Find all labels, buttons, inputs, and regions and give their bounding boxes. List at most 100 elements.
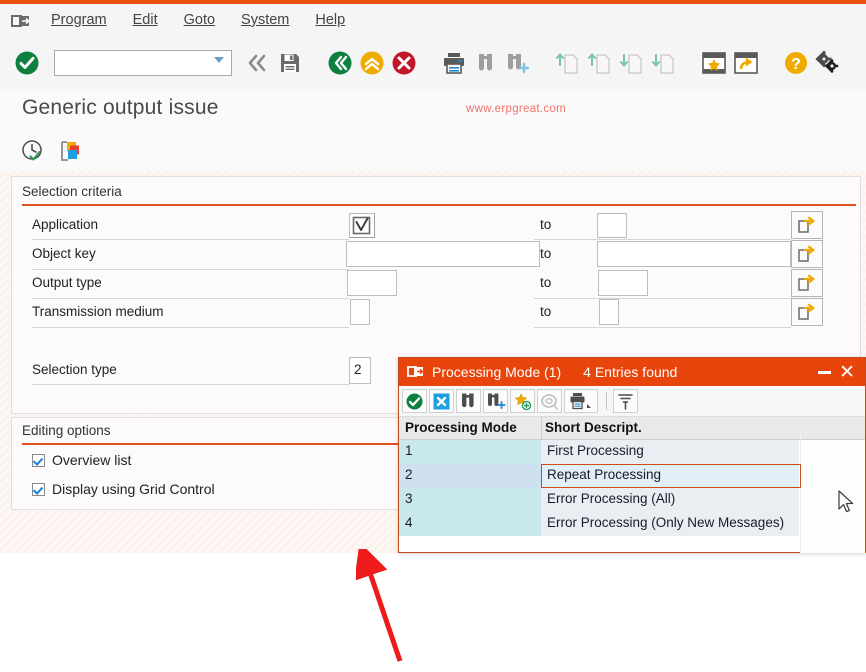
menu-label-goto: Goto [183, 12, 216, 28]
transmission-medium-to-input[interactable] [599, 299, 619, 325]
row-key-text: 4 [405, 515, 413, 530]
svg-text:?: ? [791, 56, 801, 73]
field-label-output-type: Output type [32, 275, 102, 290]
table-row[interactable]: 1 First Processing [399, 440, 799, 464]
row-key-text: 3 [405, 491, 413, 506]
field-row-divider-2 [32, 269, 349, 270]
session-icon[interactable] [4, 13, 38, 29]
exit-icon[interactable] [324, 46, 356, 80]
grid-control-checkbox[interactable] [32, 482, 45, 496]
editing-options-title: Editing options [22, 423, 111, 438]
help-icon[interactable]: ? [780, 46, 812, 80]
last-page-icon[interactable] [648, 46, 680, 80]
row-desc-text: First Processing [547, 443, 644, 458]
selection-criteria-title: Selection criteria [22, 184, 122, 199]
screen-title-bar: Generic output issue www.erpgreat.com [0, 89, 866, 132]
multiple-selection-button-2[interactable] [791, 240, 823, 268]
row-key-cell[interactable]: 4 [399, 512, 541, 536]
up-icon[interactable] [356, 46, 388, 80]
cancel-icon[interactable] [388, 46, 420, 80]
object-key-from-input[interactable] [346, 241, 540, 267]
row-desc-cell[interactable]: Repeat Processing [541, 464, 799, 488]
menu-item-system[interactable]: System [228, 4, 302, 37]
to-label-2: to [540, 246, 552, 261]
toolbar-separator [606, 392, 607, 410]
next-page-icon[interactable] [616, 46, 648, 80]
checkbox-row-overview-list[interactable]: Overview list [32, 452, 131, 468]
row-key-cell[interactable]: 2 [399, 464, 541, 488]
menu-label-help: Help [315, 12, 346, 28]
column-header-processing-mode[interactable]: Processing Mode [405, 420, 517, 435]
cancel-x-icon[interactable] [429, 389, 454, 413]
application-to-input[interactable] [597, 213, 627, 238]
column-header-short-descript[interactable]: Short Descript. [545, 420, 642, 435]
enter-icon[interactable] [12, 48, 42, 78]
multiple-selection-button-4[interactable] [791, 298, 823, 326]
menu-item-goto[interactable]: Goto [171, 4, 228, 37]
create-favorite-icon[interactable] [698, 46, 730, 80]
field-row-divider-3 [32, 298, 349, 299]
minimize-icon[interactable] [818, 371, 831, 374]
processing-mode-table: Processing Mode Short Descript. 1 First … [399, 417, 865, 553]
personal-value-list-icon[interactable] [510, 389, 535, 413]
table-row[interactable]: 3 Error Processing (All) [399, 488, 799, 512]
customize-icon[interactable] [812, 46, 844, 80]
previous-page-icon[interactable] [584, 46, 616, 80]
find-icon[interactable] [456, 389, 481, 413]
row-key-cell[interactable]: 3 [399, 488, 541, 512]
output-type-from-input[interactable] [347, 270, 397, 296]
dialog-title: Processing Mode (1) [432, 364, 562, 380]
variants-icon[interactable] [54, 135, 90, 167]
menu-label-program: Program [51, 12, 107, 28]
output-type-to-input[interactable] [598, 270, 648, 296]
row-key-cell[interactable]: 1 [399, 440, 541, 464]
page-title: Generic output issue [22, 96, 219, 119]
multiple-selection-button-3[interactable] [791, 269, 823, 297]
checkbox-row-grid-control[interactable]: Display using Grid Control [32, 481, 215, 497]
application-toolbar [0, 131, 866, 172]
table-right-rail-header [801, 417, 865, 440]
save-icon[interactable] [274, 46, 306, 80]
menu-bar: Program Edit Goto System Help [0, 4, 866, 38]
mouse-cursor [838, 490, 856, 517]
filter-icon[interactable] [613, 389, 638, 413]
table-row[interactable]: 4 Error Processing (Only New Messages) [399, 512, 799, 536]
new-session-icon[interactable] [730, 46, 762, 80]
field-label-application: Application [32, 217, 99, 232]
transmission-medium-from-input[interactable] [350, 299, 370, 325]
back-icon[interactable] [242, 46, 274, 80]
print-icon[interactable] [438, 46, 470, 80]
execute-clock-icon[interactable] [14, 135, 50, 167]
chevron-down-icon[interactable] [214, 57, 224, 63]
copy-check-icon[interactable] [402, 389, 427, 413]
object-key-to-input[interactable] [597, 241, 791, 267]
find-next-icon[interactable] [502, 46, 534, 80]
info-icon[interactable] [537, 389, 562, 413]
multiple-selection-button-1[interactable] [791, 211, 823, 239]
command-input[interactable] [59, 54, 213, 72]
print-icon[interactable] [564, 389, 598, 413]
multiple-selection-icon[interactable] [352, 216, 372, 238]
menu-item-edit[interactable]: Edit [120, 4, 171, 37]
to-row-divider-1 [534, 239, 791, 240]
to-row-divider-4 [534, 327, 791, 328]
find-next-icon[interactable] [483, 389, 508, 413]
to-row-divider-3 [534, 298, 791, 299]
menu-item-help[interactable]: Help [302, 4, 358, 37]
row-desc-cell[interactable]: Error Processing (Only New Messages) [541, 512, 799, 536]
close-icon[interactable]: ✕ [839, 363, 855, 382]
first-page-icon[interactable] [552, 46, 584, 80]
dialog-toolbar [399, 386, 865, 417]
row-desc-cell[interactable]: First Processing [541, 440, 799, 464]
row-key-text: 1 [405, 443, 413, 458]
row-desc-cell[interactable]: Error Processing (All) [541, 488, 799, 512]
menu-item-program[interactable]: Program [38, 4, 120, 37]
selection-type-value: 2 [354, 362, 362, 377]
find-icon[interactable] [470, 46, 502, 80]
dialog-title-bar[interactable]: Processing Mode (1) 4 Entries found ✕ [399, 358, 865, 386]
dialog-entries-found: 4 Entries found [583, 364, 678, 380]
command-field[interactable] [54, 50, 232, 76]
overview-list-checkbox[interactable] [32, 453, 45, 467]
to-label-3: to [540, 275, 552, 290]
table-row[interactable]: 2 Repeat Processing [399, 464, 801, 488]
